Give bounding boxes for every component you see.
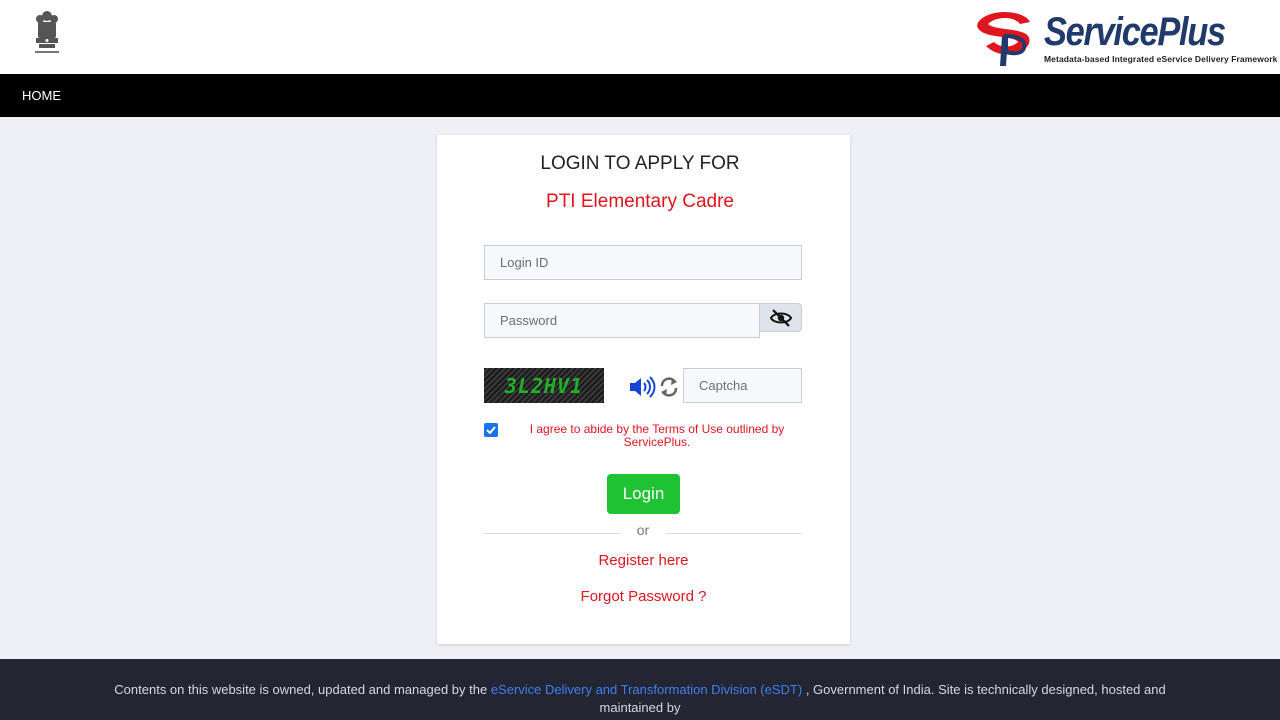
nav-home-link[interactable]: HOME [22,74,61,117]
login-button[interactable]: Login [607,474,680,514]
checkmark-icon [486,426,496,434]
captcha-input[interactable] [683,368,802,403]
site-header: ServicePlus Metadata-based Integrated eS… [0,0,1280,74]
login-id-input[interactable] [484,245,802,280]
national-emblem-icon [30,8,64,58]
serviceplus-logo-icon [977,11,1030,66]
register-link[interactable]: Register here [437,552,850,569]
esdt-link[interactable]: eService Delivery and Transformation Div… [491,682,802,697]
captcha-image: 3L2HV1 [484,368,604,403]
speaker-icon[interactable] [629,376,656,398]
serviceplus-logo: ServicePlus Metadata-based Integrated eS… [972,6,1277,68]
top-navbar: HOME [0,74,1280,117]
divider-left [484,533,620,534]
divider-right [666,533,802,534]
brand-name: ServicePlus [1044,10,1226,54]
divider-or: or [636,522,650,538]
brand-tagline: Metadata-based Integrated eService Deliv… [1044,54,1278,64]
terms-text: I agree to abide by the Terms of Use out… [529,422,785,449]
login-title: LOGIN TO APPLY FOR [540,153,740,174]
terms-checkbox[interactable] [484,423,498,437]
captcha-text: 3L2HV1 [504,373,584,398]
toggle-password-button[interactable] [759,303,802,332]
service-name: PTI Elementary Cadre [546,191,734,212]
site-footer: Contents on this website is owned, updat… [0,659,1280,720]
refresh-icon[interactable] [659,376,679,398]
footer-text: Contents on this website is owned, updat… [110,681,1170,717]
eye-slash-icon [769,308,792,327]
forgot-password-link[interactable]: Forgot Password ? [437,588,850,605]
password-input[interactable] [484,303,760,338]
footer-text-before: Contents on this website is owned, updat… [114,682,491,697]
